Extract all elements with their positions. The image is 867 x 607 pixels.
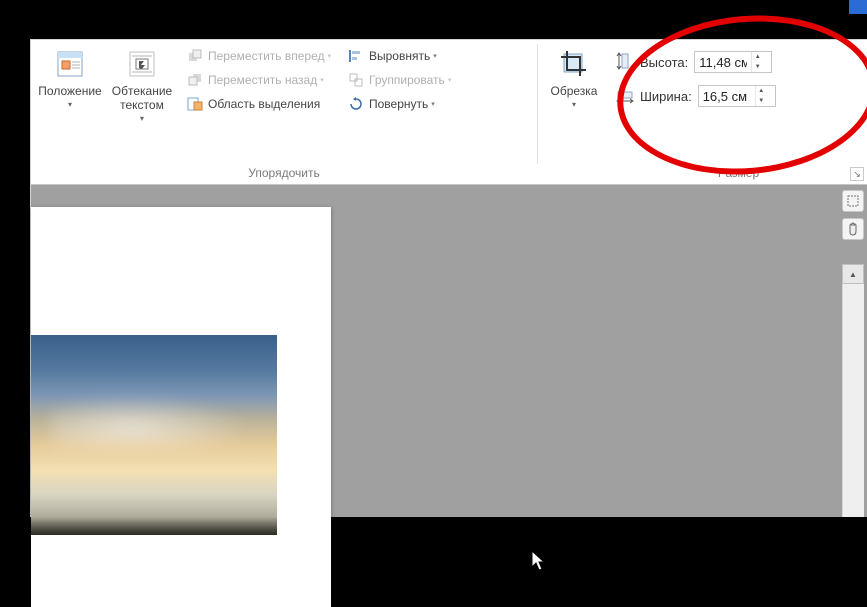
width-icon xyxy=(616,86,634,107)
wrap-text-button[interactable]: Обтекание текстом ▾ xyxy=(109,43,175,126)
group-icon xyxy=(347,71,365,89)
select-tool-icon[interactable] xyxy=(842,190,864,212)
position-icon xyxy=(54,48,86,80)
position-button[interactable]: Положение ▾ xyxy=(37,43,103,112)
chevron-down-icon: ▾ xyxy=(448,76,452,84)
width-spinner[interactable]: ▲ ▼ xyxy=(698,85,776,107)
rotate-icon xyxy=(347,95,365,113)
width-row: Ширина: ▲ ▼ xyxy=(616,85,776,107)
chevron-down-icon: ▾ xyxy=(68,100,72,109)
ribbon: Положение ▾ Обтекание текстом xyxy=(31,40,867,185)
width-down[interactable]: ▼ xyxy=(756,96,767,106)
width-label: Ширина: xyxy=(640,89,692,104)
group-arrange: Положение ▾ Обтекание текстом xyxy=(31,40,537,184)
scrollbar-track[interactable] xyxy=(842,284,864,517)
width-up[interactable]: ▲ xyxy=(756,86,767,96)
group-crop: Обрезка ▾ xyxy=(538,40,610,184)
chevron-down-icon: ▾ xyxy=(140,114,144,123)
group-button[interactable]: Группировать ▾ xyxy=(342,69,456,91)
chevron-down-icon: ▾ xyxy=(320,76,324,84)
wrap-text-label: Обтекание текстом xyxy=(112,84,172,112)
crop-button[interactable]: Обрезка ▾ xyxy=(546,43,602,112)
rotate-button[interactable]: Повернуть ▾ xyxy=(342,93,456,115)
chevron-down-icon: ▾ xyxy=(572,100,576,109)
inserted-image[interactable] xyxy=(31,335,277,535)
height-label: Высота: xyxy=(640,55,688,70)
send-backward-button[interactable]: Переместить назад ▾ xyxy=(181,69,336,91)
hand-tool-icon[interactable] xyxy=(842,218,864,240)
group-label-size: Размер xyxy=(610,166,867,180)
position-label: Положение xyxy=(38,84,101,98)
align-icon xyxy=(347,47,365,65)
height-down[interactable]: ▼ xyxy=(752,62,763,72)
group-label-arrange: Упорядочить xyxy=(31,166,537,180)
width-input[interactable] xyxy=(699,89,755,104)
align-button[interactable]: Выровнять ▾ xyxy=(342,45,456,67)
document-area[interactable] xyxy=(31,185,867,517)
chevron-down-icon: ▾ xyxy=(433,52,437,60)
title-bar-fragment xyxy=(849,0,867,14)
wrap-text-icon xyxy=(126,48,158,80)
size-dialog-launcher[interactable]: ↘ xyxy=(850,167,864,181)
group-size: Высота: ▲ ▼ Ширина: xyxy=(610,40,867,184)
page[interactable] xyxy=(31,207,331,607)
height-up[interactable]: ▲ xyxy=(752,52,763,62)
crop-icon xyxy=(558,48,590,80)
height-spinner[interactable]: ▲ ▼ xyxy=(694,51,772,73)
tool-rail xyxy=(842,190,864,240)
height-input[interactable] xyxy=(695,55,751,70)
selection-pane-icon xyxy=(186,95,204,113)
selection-pane-button[interactable]: Область выделения xyxy=(181,93,336,115)
chevron-down-icon: ▾ xyxy=(431,100,435,108)
height-row: Высота: ▲ ▼ xyxy=(616,51,776,73)
app-frame: Положение ▾ Обтекание текстом xyxy=(30,39,867,517)
send-backward-icon xyxy=(186,71,204,89)
bring-forward-icon xyxy=(186,47,204,65)
chevron-down-icon: ▾ xyxy=(327,52,331,60)
cursor-icon xyxy=(531,550,547,572)
scroll-up-button[interactable]: ▲ xyxy=(842,264,864,284)
height-icon xyxy=(616,52,634,73)
bring-forward-button[interactable]: Переместить вперед ▾ xyxy=(181,45,336,67)
crop-label: Обрезка xyxy=(551,84,598,98)
